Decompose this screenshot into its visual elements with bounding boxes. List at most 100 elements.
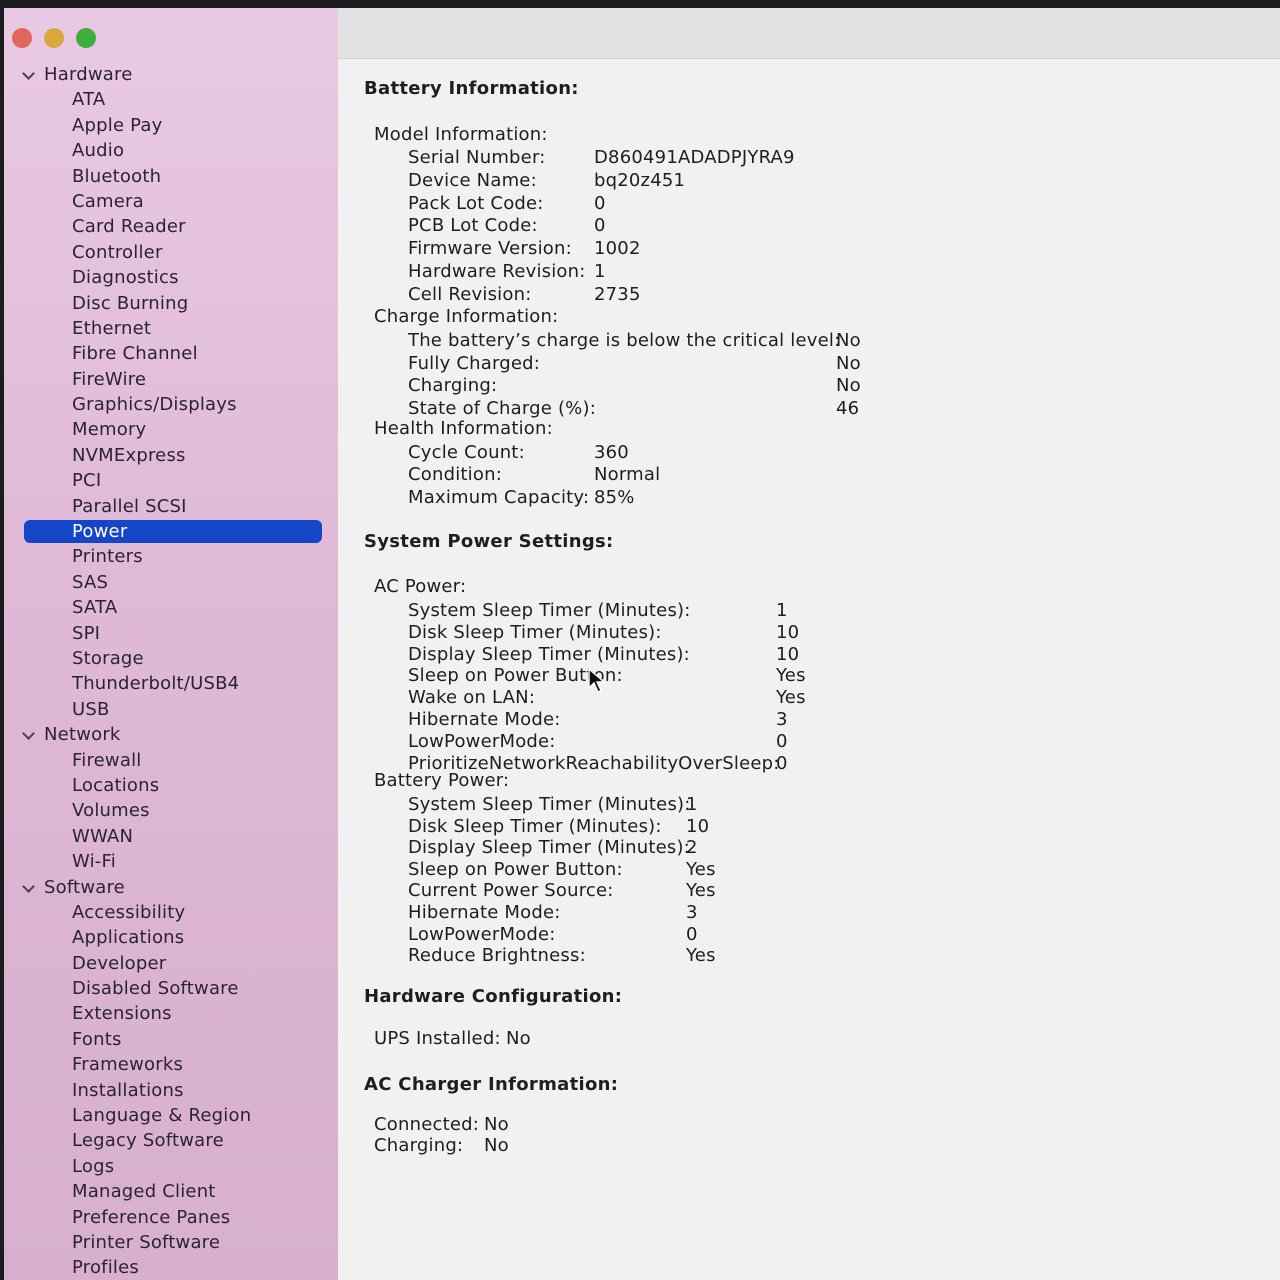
row-value: 1 (594, 261, 606, 282)
sidebar-item-label: PCI (72, 470, 102, 492)
system-information-window: Hardware ATA Apple Pay Audio Bluetooth Camera… (4, 8, 1280, 1280)
sidebar-item-label: Storage (72, 647, 144, 669)
sidebar-item-apple-pay[interactable]: Apple Pay (4, 113, 338, 138)
sidebar-item-label: Thunderbolt/USB4 (72, 673, 240, 695)
sidebar-item-wwan[interactable]: WWAN (4, 824, 338, 849)
sidebar-item-firewire[interactable]: FireWire (4, 367, 338, 392)
row-value: No (836, 330, 861, 351)
sidebar-item-locations[interactable]: Locations (4, 773, 338, 798)
row-key: Hibernate Mode: (408, 709, 561, 730)
sidebar-item-pci[interactable]: PCI (4, 468, 338, 493)
close-button[interactable] (12, 28, 32, 48)
sidebar-item-nvmexpress[interactable]: NVMExpress (4, 443, 338, 468)
sidebar-category-software[interactable]: Software (4, 875, 338, 900)
sidebar-item-accessibility[interactable]: Accessibility (4, 900, 338, 925)
sidebar-item-label: Applications (72, 927, 185, 949)
sidebar-item-preference-panes[interactable]: Preference Panes (4, 1205, 338, 1230)
sidebar-item-fonts[interactable]: Fonts (4, 1027, 338, 1052)
sidebar-item-card-reader[interactable]: Card Reader (4, 214, 338, 239)
sidebar-item-disc-burning[interactable]: Disc Burning (4, 291, 338, 316)
sidebar-item-usb[interactable]: USB (4, 697, 338, 722)
row-value: D860491ADADPJYRA9 (594, 147, 795, 168)
sidebar-category-hardware[interactable]: Hardware (4, 62, 338, 87)
row-key: Current Power Source: (408, 880, 614, 902)
sidebar-item-label: Managed Client (72, 1181, 216, 1203)
hardware-configuration-heading: Hardware Configuration: (364, 986, 623, 1007)
system-power-settings-heading: System Power Settings: (364, 531, 614, 552)
sidebar-item-printer-software[interactable]: Printer Software (4, 1230, 338, 1255)
sidebar-item-printers[interactable]: Printers (4, 544, 338, 569)
sidebar-item-power[interactable]: Power (4, 519, 338, 544)
chevron-down-icon[interactable] (22, 67, 35, 80)
sidebar-item-label: Printers (72, 546, 143, 568)
sidebar-item-disabled-software[interactable]: Disabled Software (4, 976, 338, 1001)
chevron-down-icon[interactable] (22, 727, 35, 741)
row-key: The battery’s charge is below the critic… (408, 330, 841, 351)
sidebar-item-firewall[interactable]: Firewall (4, 748, 338, 773)
window-controls (12, 28, 96, 48)
sidebar-item-label: ATA (72, 89, 106, 111)
sidebar-item-bluetooth[interactable]: Bluetooth (4, 164, 338, 189)
row-value: Yes (686, 858, 716, 880)
row-value: Yes (776, 665, 806, 687)
sidebar-item-wi-fi[interactable]: Wi-Fi (4, 849, 338, 874)
sidebar-item-camera[interactable]: Camera (4, 189, 338, 214)
sidebar-item-controller[interactable]: Controller (4, 240, 338, 265)
row-key: Hardware Revision: (408, 261, 586, 282)
sidebar-item-ethernet[interactable]: Ethernet (4, 316, 338, 341)
sidebar-item-label: Installations (72, 1079, 184, 1101)
sidebar-item-language-region[interactable]: Language & Region (4, 1103, 338, 1128)
sidebar-item-memory[interactable]: Memory (4, 417, 338, 442)
sidebar-item-label: Graphics/Displays (72, 394, 237, 416)
sidebar-item-diagnostics[interactable]: Diagnostics (4, 265, 338, 290)
sidebar-item-label: Camera (72, 190, 144, 212)
sidebar-item-applications[interactable]: Applications (4, 925, 338, 950)
sidebar-item-storage[interactable]: Storage (4, 646, 338, 671)
group-label: Model Information: (374, 124, 548, 145)
sidebar-item-managed-client[interactable]: Managed Client (4, 1179, 338, 1204)
sidebar-item-parallel-scsi[interactable]: Parallel SCSI (4, 494, 338, 519)
sidebar-item-sata[interactable]: SATA (4, 595, 338, 620)
sidebar-item-legacy-software[interactable]: Legacy Software (4, 1128, 338, 1153)
sidebar-item-label: Parallel SCSI (72, 495, 187, 517)
sidebar-item-fibre-channel[interactable]: Fibre Channel (4, 341, 338, 366)
sidebar-item-label: Language & Region (72, 1105, 252, 1127)
row-value: No (506, 1028, 531, 1049)
sidebar-item-extensions[interactable]: Extensions (4, 1001, 338, 1026)
sidebar-item-installations[interactable]: Installations (4, 1078, 338, 1103)
minimize-button[interactable] (44, 28, 64, 48)
sidebar-item-label: WWAN (72, 825, 134, 847)
zoom-button[interactable] (76, 28, 96, 48)
sidebar-item-graphics-displays[interactable]: Graphics/Displays (4, 392, 338, 417)
sidebar-item-label: Apple Pay (72, 114, 163, 136)
sidebar-item-spi[interactable]: SPI (4, 621, 338, 646)
row-key: Reduce Brightness: (408, 945, 586, 967)
row-key: Display Sleep Timer (Minutes): (408, 643, 690, 665)
mouse-pointer-icon (588, 668, 606, 693)
sidebar-item-thunderbolt-usb4[interactable]: Thunderbolt/USB4 (4, 671, 338, 696)
row-value: 3 (776, 709, 788, 730)
row-key: Disk Sleep Timer (Minutes): (408, 815, 662, 837)
sidebar-item-sas[interactable]: SAS (4, 570, 338, 595)
sidebar-item-ata[interactable]: ATA (4, 87, 338, 112)
detail-pane: Battery Information: Model Information: … (338, 8, 1280, 1280)
row-key: System Sleep Timer (Minutes): (408, 600, 691, 621)
sidebar-item-audio[interactable]: Audio (4, 138, 338, 163)
sidebar-item-label: Legacy Software (72, 1130, 224, 1152)
row-key: Charging: (408, 375, 498, 396)
sidebar-item-developer[interactable]: Developer (4, 951, 338, 976)
sidebar-item-label: Locations (72, 774, 160, 796)
sidebar-item-label: Disc Burning (72, 292, 189, 314)
sidebar-item-label: Volumes (72, 800, 150, 822)
ac-charger-information-heading: AC Charger Information: (364, 1074, 619, 1095)
row-value: 0 (594, 192, 606, 214)
row-key: Wake on LAN: (408, 687, 536, 709)
chevron-down-icon[interactable] (22, 879, 35, 893)
sidebar-item-logs[interactable]: Logs (4, 1154, 338, 1179)
row-value: 3 (686, 902, 698, 923)
sidebar-item-label: Controller (72, 241, 163, 263)
sidebar-category-network[interactable]: Network (4, 722, 338, 747)
sidebar-item-volumes[interactable]: Volumes (4, 798, 338, 823)
sidebar-item-profiles[interactable]: Profiles (4, 1255, 338, 1280)
sidebar-item-frameworks[interactable]: Frameworks (4, 1052, 338, 1077)
